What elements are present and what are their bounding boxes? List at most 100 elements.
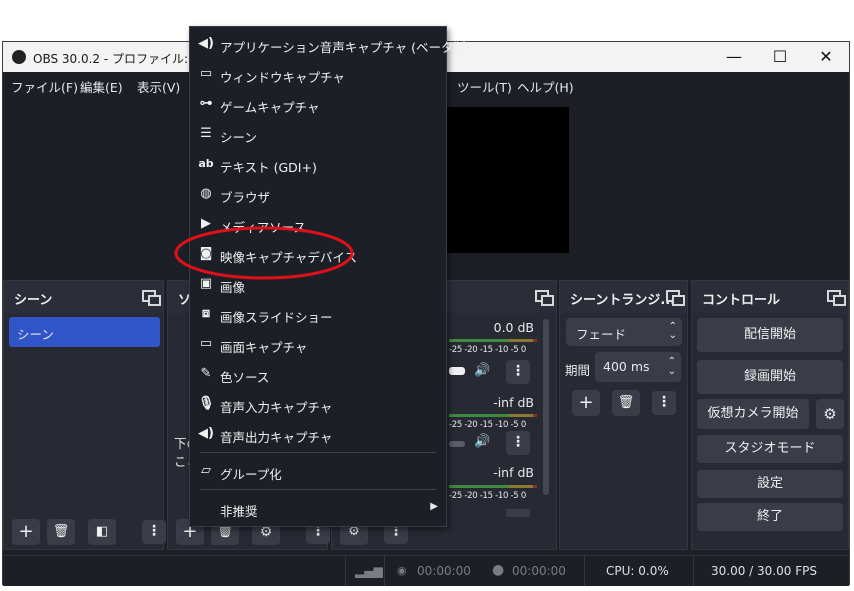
minimize-button[interactable]: — (711, 42, 757, 72)
menu-tools[interactable]: ツール(T) (457, 77, 512, 96)
volume-slider[interactable] (449, 441, 465, 447)
mixer-scrollbar[interactable] (543, 319, 549, 495)
undock-icon[interactable] (827, 290, 846, 306)
submenu-arrow-icon: ▶ (430, 501, 438, 512)
menu-item-game-capture[interactable]: ⊶ ゲームキャプチャ (190, 89, 446, 119)
fps-readout: 30.00 / 30.00 FPS (711, 564, 817, 578)
menu-item-label: アプリケーション音声キャプチャ (ベータ版) (220, 40, 471, 55)
menu-item-scene[interactable]: ☰ シーン (190, 119, 446, 149)
transition-more-button[interactable]: ⋮ (652, 391, 676, 415)
channel-level: 0.0 dB (493, 320, 534, 335)
spin-arrows-icon[interactable]: ⌃ ⌄ (668, 357, 676, 377)
channel-level: -inf dB (493, 395, 534, 410)
settings-button[interactable]: 設定 (697, 470, 843, 498)
meter-ticks: -25 -20 -15 -10 -5 0 (449, 491, 526, 501)
menu-item-label: 画像スライドショー (220, 310, 333, 325)
menu-item-deprecated[interactable]: 非推奨 ▶ (190, 493, 446, 523)
volume-meter-peak (533, 339, 537, 342)
menu-item-label: 画面キャプチャ (220, 340, 308, 355)
controls-dock: コントロール 配信開始 録画開始 仮想カメラ開始 ⚙ スタジオモード 設定 終了 (691, 280, 849, 550)
menu-item-browser[interactable]: ◍ ブラウザ (190, 179, 446, 209)
duration-label: 期間 (565, 363, 591, 378)
menu-item-label: ウィンドウキャプチャ (220, 70, 345, 85)
channel-menu-button[interactable]: ⋮ (506, 431, 530, 455)
globe-icon: ◍ (200, 186, 212, 201)
channel-menu-button[interactable] (506, 509, 530, 517)
menu-file[interactable]: ファイル(F) (11, 77, 78, 96)
volume-meter-warn (509, 414, 533, 417)
scene-list-item[interactable]: シーン (9, 317, 160, 347)
menu-separator (200, 452, 436, 453)
volume-slider[interactable] (449, 367, 465, 375)
menu-edit[interactable]: 編集(E) (80, 77, 123, 96)
scenes-dock-header: シーン (4, 281, 163, 313)
stream-time: 00:00:00 (417, 564, 471, 578)
undock-icon[interactable] (142, 290, 161, 306)
scenes-dock: シーン シーン + 🗑 ◧ ⋮ (3, 280, 166, 550)
remove-transition-button[interactable]: 🗑 (612, 390, 640, 416)
signal-bars-icon: ▂▄▆ (355, 564, 383, 578)
obs-logo-icon (12, 50, 26, 64)
channel-menu-button[interactable]: ⋮ (506, 360, 530, 384)
microphone-icon: 🎙 (198, 396, 215, 411)
volume-meter (449, 414, 509, 417)
stream-status-icon: ◉ (397, 564, 407, 577)
menu-help[interactable]: ヘルプ(H) (517, 77, 574, 96)
menu-view[interactable]: 表示(V) (137, 77, 180, 96)
menu-separator (200, 489, 436, 490)
transition-select[interactable]: フェード ⌃ ⌄ (566, 318, 682, 346)
menu-item-label: 音声出力キャプチャ (220, 430, 333, 445)
menu-item-image-slideshow[interactable]: ⧈ 画像スライドショー (190, 299, 446, 329)
folder-icon: ▱ (201, 463, 211, 478)
monitor-icon: ▭ (199, 336, 213, 351)
scene-item-label: シーン (17, 327, 54, 342)
brush-icon: ✎ (200, 366, 212, 381)
controls-dock-title: コントロール (702, 293, 781, 308)
scenes-dock-title: シーン (14, 293, 53, 308)
menu-item-label: 色ソース (220, 370, 270, 385)
gamepad-icon: ⊶ (199, 96, 213, 111)
menu-item-window-capture[interactable]: ▭ ウィンドウキャプチャ (190, 59, 446, 89)
menu-item-color-source[interactable]: ✎ 色ソース (190, 359, 446, 389)
start-virtual-camera-button[interactable]: 仮想カメラ開始 (697, 399, 809, 429)
close-button[interactable]: ✕ (803, 42, 849, 72)
undock-icon[interactable] (535, 290, 554, 306)
start-streaming-button[interactable]: 配信開始 (697, 318, 843, 352)
select-arrows-icon: ⌃ ⌄ (668, 321, 677, 341)
transition-selected: フェード (576, 327, 627, 342)
volume-meter (449, 339, 509, 342)
speaker-icon[interactable]: 🔊 (474, 363, 490, 378)
speaker-icon: ◀) (198, 36, 214, 51)
menu-item-label: ブラウザ (220, 190, 271, 205)
undock-icon[interactable] (666, 290, 685, 306)
menu-item-group[interactable]: ▱ グループ化 (190, 456, 446, 486)
list-icon: ☰ (200, 126, 212, 141)
volume-meter-warn (509, 339, 533, 342)
menu-item-text[interactable]: ab テキスト (GDI+) (190, 149, 446, 179)
menu-item-audio-output-capture[interactable]: ◀) 音声出力キャプチャ (190, 419, 446, 449)
window-icon: ▭ (199, 66, 213, 81)
add-scene-button[interactable]: + (12, 519, 40, 545)
scenes-more-button[interactable]: ⋮ (142, 520, 166, 544)
duration-spinbox[interactable]: 400 ms ⌃ ⌄ (595, 352, 681, 382)
scene-filters-button[interactable]: ◧ (88, 519, 116, 545)
speaker-icon[interactable]: 🔊 (474, 434, 490, 449)
menu-item-audio-input-capture[interactable]: 🎙 音声入力キャプチャ (190, 389, 446, 419)
slideshow-icon: ⧈ (201, 306, 211, 321)
start-recording-button[interactable]: 録画開始 (697, 360, 843, 394)
virtual-camera-settings-icon[interactable]: ⚙ (816, 399, 844, 429)
studio-mode-button[interactable]: スタジオモード (697, 435, 843, 463)
remove-scene-button[interactable]: 🗑 (47, 519, 75, 545)
menu-item-display-capture[interactable]: ▭ 画面キャプチャ (190, 329, 446, 359)
menu-item-app-audio-capture[interactable]: ◀) アプリケーション音声キャプチャ (ベータ版) (190, 29, 471, 59)
menu-item-label: テキスト (GDI+) (220, 160, 317, 175)
status-bar: ▂▄▆ ◉ 00:00:00 ● 00:00:00 CPU: 0.0% 30.0… (3, 555, 849, 586)
volume-meter-warn (509, 485, 533, 488)
channel-level: -inf dB (493, 465, 534, 480)
menu-item-label: 音声入力キャプチャ (220, 400, 333, 415)
exit-button[interactable]: 終了 (697, 503, 843, 531)
add-transition-button[interactable]: + (572, 390, 600, 416)
record-time: 00:00:00 (512, 564, 566, 578)
text-icon: ab (198, 157, 214, 170)
maximize-button[interactable]: ☐ (757, 42, 803, 72)
